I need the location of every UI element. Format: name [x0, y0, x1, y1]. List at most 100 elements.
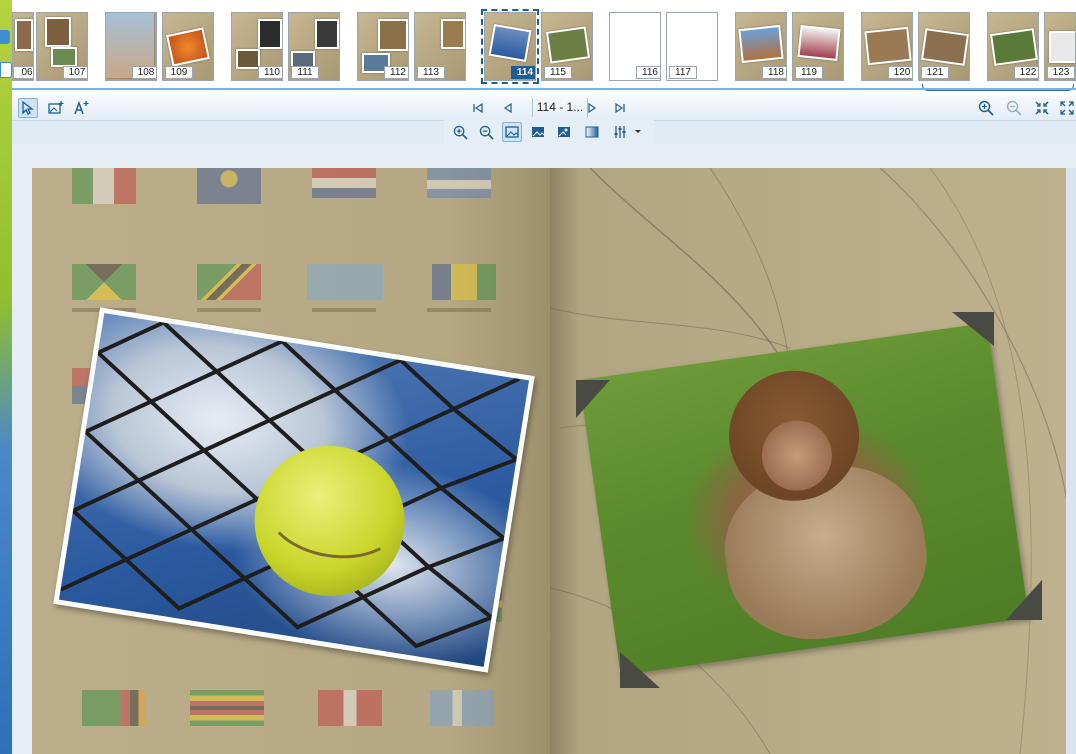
page-number: 108: [132, 66, 156, 79]
page-thumbnail[interactable]: 108: [105, 12, 157, 81]
zoom-in-icon[interactable]: [450, 122, 470, 142]
page-number: 109: [165, 66, 193, 79]
zoom-out-icon[interactable]: [476, 122, 496, 142]
image-fill-icon[interactable]: [528, 122, 548, 142]
thumbnail-photo: [738, 24, 784, 64]
flag: [72, 264, 136, 300]
image-replace-icon[interactable]: [554, 122, 574, 142]
image-toolbar: [444, 120, 654, 144]
page-thumbnail[interactable]: 119: [792, 12, 844, 81]
page-edge: [1066, 168, 1076, 754]
page-thumbnail[interactable]: 115: [541, 12, 593, 81]
page-number: 111: [291, 66, 319, 79]
thumbnail-photo: [258, 19, 282, 49]
prev-page-icon[interactable]: [498, 98, 518, 118]
thumbnail-photo: [441, 19, 465, 49]
image-fit-icon[interactable]: [502, 122, 522, 142]
zoom-out-icon[interactable]: [1004, 98, 1024, 118]
flag: [82, 690, 146, 726]
select-arrow-icon[interactable]: [18, 98, 38, 118]
flag-caption: [427, 308, 491, 312]
page-thumbnail[interactable]: 118: [735, 12, 787, 81]
page-thumbnail[interactable]: 123: [1044, 12, 1076, 81]
adjust-icon[interactable]: [610, 122, 630, 142]
page-number: 113: [417, 66, 445, 79]
photo-corner: [1006, 580, 1042, 620]
page-number: 06: [13, 66, 33, 79]
dropdown-icon[interactable]: [632, 122, 644, 142]
last-page-icon[interactable]: [610, 98, 630, 118]
page-number: 120: [888, 66, 912, 79]
page-thumbnail[interactable]: 109: [162, 12, 214, 81]
main-toolbar: 114 - 1...: [12, 96, 1076, 121]
page-thumbnail[interactable]: 122: [987, 12, 1039, 81]
photo-content: [58, 313, 530, 667]
page-thumbnail[interactable]: 06: [12, 12, 34, 81]
thumbnail-photo: [315, 19, 339, 49]
flag: [72, 168, 136, 204]
page-thumbnail[interactable]: 112: [357, 12, 409, 81]
flag: [312, 168, 376, 198]
flag: [197, 264, 261, 300]
thumbnail-photo: [864, 26, 912, 66]
fullscreen-icon[interactable]: [1058, 98, 1076, 118]
flag-caption: [312, 308, 376, 312]
next-page-icon[interactable]: [582, 98, 602, 118]
page-number: 121: [921, 66, 949, 79]
page-number: 110: [258, 66, 282, 79]
photo-corner: [952, 312, 994, 346]
page-thumbnail[interactable]: 113: [414, 12, 466, 81]
flag: [307, 264, 383, 300]
flag: [432, 264, 496, 300]
thumbnail-photo: [236, 49, 260, 69]
page-number: 107: [63, 66, 87, 79]
page-number: 118: [762, 66, 786, 79]
thumbnail-photo: [378, 19, 408, 51]
left-accent-strip: [0, 0, 12, 754]
flag: [430, 690, 494, 726]
flag: [318, 690, 382, 726]
side-tab[interactable]: [0, 62, 12, 78]
thumbnail-photo: [920, 28, 969, 66]
page-number: 115: [544, 66, 572, 79]
page-number: 114: [511, 66, 535, 79]
add-image-icon[interactable]: [46, 98, 66, 118]
page-thumbnail[interactable]: 111: [288, 12, 340, 81]
thumbnail-photo: [545, 26, 591, 64]
page-thumbnail-selected[interactable]: 114: [481, 9, 539, 84]
thumbnail-photo: [166, 27, 210, 67]
page-thumbnail[interactable]: 117: [666, 12, 718, 81]
page-number: 117: [669, 66, 697, 79]
photo-corner: [576, 380, 610, 418]
gradient-icon[interactable]: [582, 122, 602, 142]
page-thumbnail[interactable]: 116: [609, 12, 661, 81]
page-indicator[interactable]: 114 - 1...: [532, 98, 588, 117]
thumbnail-photo: [51, 47, 77, 67]
page-thumbnail[interactable]: 110: [231, 12, 283, 81]
page-thumbnail[interactable]: 107: [36, 12, 88, 81]
page-thumbnail-strip: 06 107 108 109 110 111 112 113 114 115 1…: [12, 0, 1076, 97]
side-tab[interactable]: [0, 30, 10, 44]
page-number: 116: [636, 66, 660, 79]
fit-page-icon[interactable]: [1032, 98, 1052, 118]
page-thumbnail[interactable]: 121: [918, 12, 970, 81]
zoom-in-icon[interactable]: [976, 98, 996, 118]
flag: [190, 690, 264, 726]
flag-caption: [197, 308, 261, 312]
page-number: 123: [1047, 66, 1075, 79]
thumbnail-photo: [989, 28, 1038, 66]
flag: [427, 168, 491, 198]
thumbnail-photo: [45, 17, 71, 47]
page-number: 122: [1014, 66, 1038, 79]
photo-macaque[interactable]: [579, 322, 1029, 676]
page-thumbnail[interactable]: 120: [861, 12, 913, 81]
first-page-icon[interactable]: [468, 98, 488, 118]
thumbnail-photo: [797, 24, 841, 62]
thumbnail-photo: [15, 19, 33, 51]
page-number: 119: [795, 66, 823, 79]
thumbnail-photo: [488, 23, 532, 63]
add-text-icon[interactable]: [72, 98, 92, 118]
thumbnail-photo: [1049, 31, 1075, 63]
page-number: 112: [384, 66, 408, 79]
divider: [12, 88, 1076, 90]
